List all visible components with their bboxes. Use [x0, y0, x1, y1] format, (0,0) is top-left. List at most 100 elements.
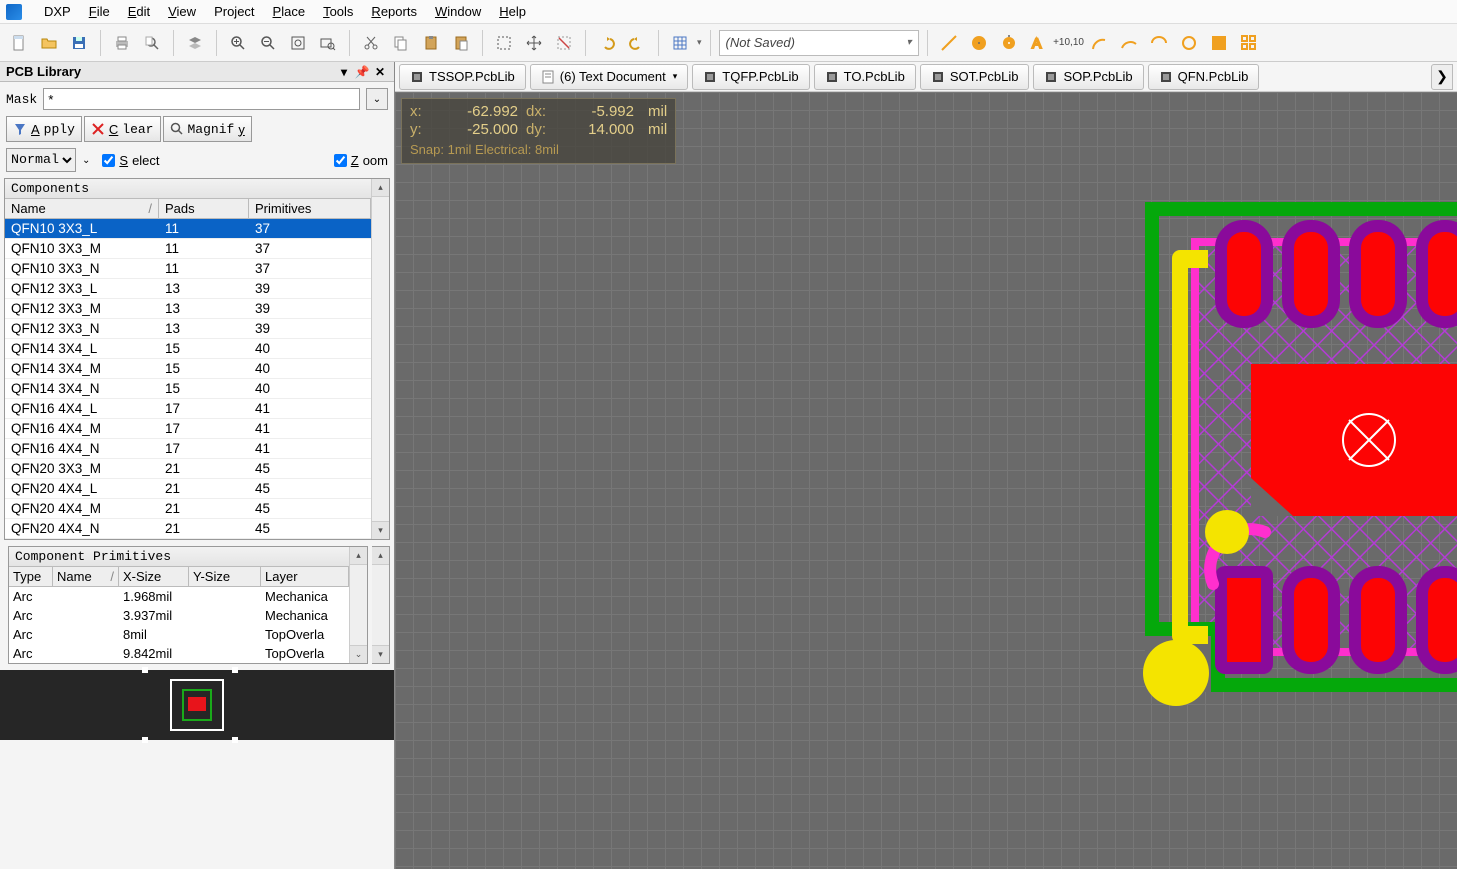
pad[interactable] [1349, 220, 1407, 328]
place-fill-icon[interactable] [1206, 30, 1232, 56]
menu-edit[interactable]: Edit [128, 4, 150, 19]
primitives-table[interactable]: Arc1.968milMechanicaArc3.937milMechanica… [9, 587, 349, 663]
menu-project[interactable]: Project [214, 4, 254, 19]
menu-help[interactable]: Help [499, 4, 526, 19]
pcb-canvas[interactable]: x:-62.992 dx:-5.992mil y:-25.000 dy:14.0… [395, 92, 1457, 869]
tab-tqfp[interactable]: TQFP.PcbLib [692, 64, 809, 90]
place-string-icon[interactable]: A [1026, 30, 1052, 56]
arc-any-icon[interactable] [1146, 30, 1172, 56]
footprint-view[interactable] [1145, 202, 1457, 692]
tab-sot[interactable]: SOT.PcbLib [920, 64, 1030, 90]
pad[interactable] [1282, 566, 1340, 674]
menubar: DXP File Edit View Project Place Tools R… [0, 0, 1457, 24]
table-row[interactable]: QFN10 3X3_N1137 [5, 259, 371, 279]
table-row[interactable]: Arc3.937milMechanica [9, 606, 349, 625]
tab-textdoc[interactable]: (6) Text Document▾ [530, 64, 689, 90]
table-row[interactable]: Arc8milTopOverla [9, 625, 349, 644]
menu-tools[interactable]: Tools [323, 4, 353, 19]
menu-place[interactable]: Place [273, 4, 306, 19]
arc-edge-icon[interactable] [1116, 30, 1142, 56]
panel-title: PCB Library [6, 64, 81, 79]
place-pad-icon[interactable] [966, 30, 992, 56]
menu-view[interactable]: View [168, 4, 196, 19]
pad[interactable] [1215, 220, 1273, 328]
grid-icon[interactable] [667, 30, 693, 56]
clear-button[interactable]: Clear [84, 116, 161, 142]
table-row[interactable]: QFN14 3X4_M1540 [5, 359, 371, 379]
apply-button[interactable]: Apply [6, 116, 82, 142]
panel-pin-icon[interactable]: 📌 [354, 64, 370, 80]
table-row[interactable]: QFN20 4X4_L2145 [5, 479, 371, 499]
table-row[interactable]: QFN10 3X3_M1137 [5, 239, 371, 259]
full-circle-icon[interactable] [1176, 30, 1202, 56]
menu-reports[interactable]: Reports [371, 4, 417, 19]
new-file-icon[interactable] [6, 30, 32, 56]
place-coord-icon[interactable]: +10,10 [1056, 30, 1082, 56]
outer-scrollbar[interactable]: ▴▾ [372, 546, 390, 664]
select-checkbox[interactable]: Select [102, 153, 159, 168]
zoom-checkbox[interactable]: Zoom [334, 153, 388, 168]
print-icon[interactable] [109, 30, 135, 56]
tab-tssop[interactable]: TSSOP.PcbLib [399, 64, 526, 90]
footprint-preview[interactable] [0, 670, 394, 740]
document-state-dropdown[interactable]: (Not Saved)▾ [719, 30, 919, 56]
table-row[interactable]: QFN12 3X3_M1339 [5, 299, 371, 319]
table-row[interactable]: QFN20 3X3_M2145 [5, 459, 371, 479]
tab-qfn[interactable]: QFN.PcbLib [1148, 64, 1260, 90]
table-row[interactable]: QFN14 3X4_N1540 [5, 379, 371, 399]
zoom-out-icon[interactable] [255, 30, 281, 56]
tab-sop[interactable]: SOP.PcbLib [1033, 64, 1143, 90]
panel-close-icon[interactable]: ✕ [372, 64, 388, 80]
pad[interactable] [1416, 566, 1457, 674]
table-row[interactable]: QFN12 3X3_N1339 [5, 319, 371, 339]
copy-icon[interactable] [388, 30, 414, 56]
table-row[interactable]: QFN14 3X4_L1540 [5, 339, 371, 359]
move-icon[interactable] [521, 30, 547, 56]
components-table[interactable]: QFN10 3X3_L1137QFN10 3X3_M1137QFN10 3X3_… [5, 219, 371, 539]
magnify-button[interactable]: Magnify [163, 116, 252, 142]
place-line-icon[interactable] [936, 30, 962, 56]
layers-icon[interactable] [182, 30, 208, 56]
place-via-icon[interactable] [996, 30, 1022, 56]
arc-center-icon[interactable] [1086, 30, 1112, 56]
table-row[interactable]: QFN16 4X4_N1741 [5, 439, 371, 459]
zoom-selected-icon[interactable] [315, 30, 341, 56]
cut-icon[interactable] [358, 30, 384, 56]
mask-dropdown-icon[interactable]: ⌄ [366, 88, 388, 110]
menu-window[interactable]: Window [435, 4, 481, 19]
save-icon[interactable] [66, 30, 92, 56]
tab-scroll-right-icon[interactable]: ❯ [1431, 64, 1453, 90]
print-preview-icon[interactable] [139, 30, 165, 56]
menu-dxp[interactable]: DXP [44, 4, 71, 19]
paste-icon[interactable] [418, 30, 444, 56]
mode-select[interactable]: Normal [6, 148, 76, 172]
zoom-in-icon[interactable] [225, 30, 251, 56]
redo-icon[interactable] [624, 30, 650, 56]
place-array-icon[interactable] [1236, 30, 1262, 56]
zoom-fit-icon[interactable] [285, 30, 311, 56]
table-row[interactable]: QFN12 3X3_L1339 [5, 279, 371, 299]
primitives-scrollbar[interactable]: ▴⌄ [349, 547, 367, 663]
menu-file[interactable]: File [89, 4, 110, 19]
pad[interactable] [1282, 220, 1340, 328]
table-row[interactable]: QFN16 4X4_M1741 [5, 419, 371, 439]
tab-to[interactable]: TO.PcbLib [814, 64, 916, 90]
panel-menu-icon[interactable]: ▾ [336, 64, 352, 80]
mask-input[interactable] [43, 88, 360, 110]
paste-special-icon[interactable] [448, 30, 474, 56]
pad[interactable] [1416, 220, 1457, 328]
select-rect-icon[interactable] [491, 30, 517, 56]
table-row[interactable]: QFN10 3X3_L1137 [5, 219, 371, 239]
pad[interactable] [1349, 566, 1407, 674]
components-columns[interactable]: Name/ Pads Primitives [5, 199, 371, 219]
table-row[interactable]: QFN20 4X4_N2145 [5, 519, 371, 539]
deselect-icon[interactable] [551, 30, 577, 56]
open-folder-icon[interactable] [36, 30, 62, 56]
table-row[interactable]: QFN20 4X4_M2145 [5, 499, 371, 519]
primitives-columns[interactable]: Type Name/ X-Size Y-Size Layer [9, 567, 349, 587]
table-row[interactable]: QFN16 4X4_L1741 [5, 399, 371, 419]
table-row[interactable]: Arc1.968milMechanica [9, 587, 349, 606]
table-row[interactable]: Arc9.842milTopOverla [9, 644, 349, 663]
components-scrollbar[interactable]: ▴▾ [371, 179, 389, 539]
undo-icon[interactable] [594, 30, 620, 56]
